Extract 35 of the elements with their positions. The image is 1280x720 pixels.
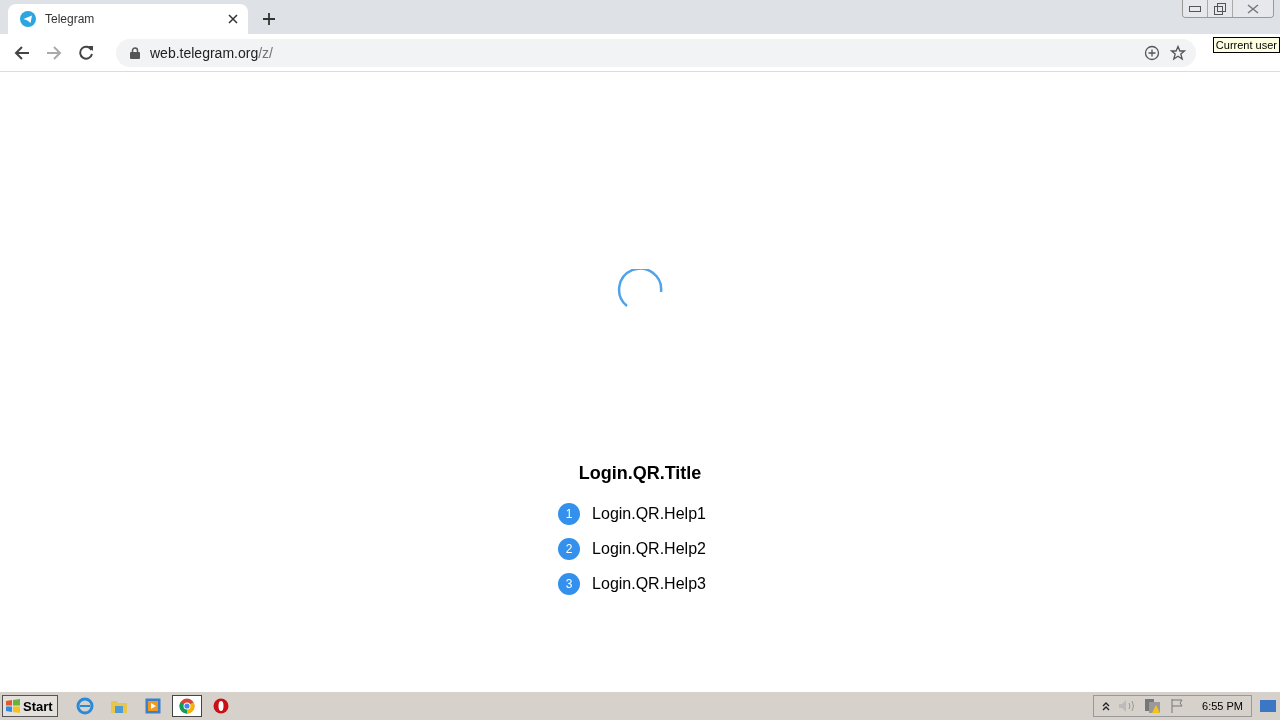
restore-icon	[1214, 2, 1226, 15]
media-player-icon	[144, 698, 161, 714]
step-text: Login.QR.Help2	[592, 540, 706, 558]
close-button[interactable]	[1233, 0, 1273, 17]
step-number: 2	[558, 538, 581, 560]
clock[interactable]: 6:55 PM	[1202, 700, 1243, 712]
step-number: 1	[558, 503, 581, 525]
minimize-button[interactable]	[1183, 0, 1208, 17]
show-hidden-icon[interactable]	[1102, 701, 1111, 711]
network-warning-icon[interactable]	[1144, 698, 1163, 714]
reload-icon[interactable]	[78, 44, 94, 61]
folder-icon	[109, 698, 128, 714]
chrome-icon	[178, 698, 195, 714]
step-text: Login.QR.Help1	[592, 505, 706, 523]
taskbar-app[interactable]	[171, 695, 202, 717]
restore-button[interactable]	[1208, 0, 1233, 17]
opera-icon	[212, 698, 229, 714]
new-tab-icon[interactable]	[262, 12, 276, 26]
star-icon[interactable]	[1170, 44, 1186, 61]
start-button[interactable]: Start	[2, 695, 58, 717]
step-number: 3	[558, 573, 581, 595]
step-text: Login.QR.Help3	[592, 575, 706, 593]
telegram-icon	[20, 11, 36, 27]
close-icon	[1247, 3, 1259, 14]
add-icon[interactable]	[1144, 44, 1160, 61]
back-icon[interactable]	[14, 44, 30, 61]
close-icon[interactable]	[228, 14, 238, 24]
browser-tab[interactable]: Telegram	[8, 4, 248, 34]
lock-icon	[130, 46, 140, 59]
login-title: Login.QR.Title	[578, 463, 702, 484]
minimize-icon	[1189, 5, 1201, 12]
ie-icon	[75, 697, 94, 715]
address-bar[interactable]: web.telegram.org/z/	[116, 38, 1196, 67]
tooltip: Current user	[1212, 36, 1280, 53]
windows-logo-icon	[5, 699, 21, 713]
